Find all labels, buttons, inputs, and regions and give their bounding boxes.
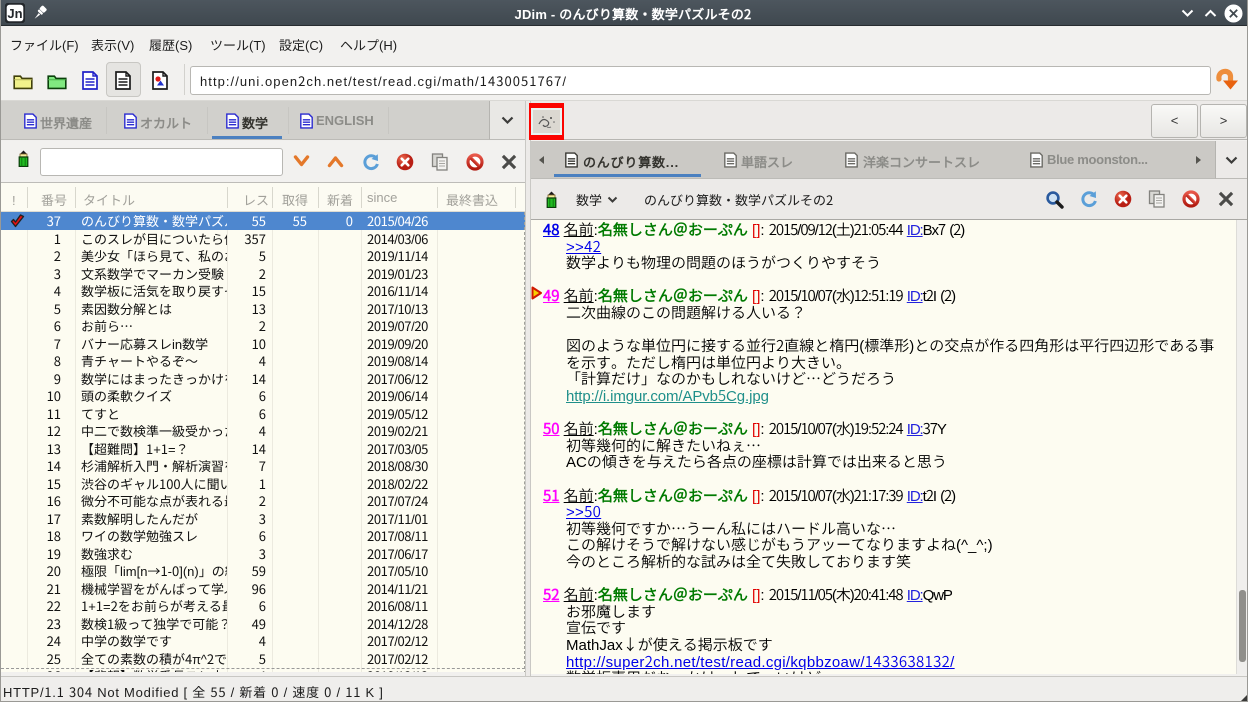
- svg-text:Jn: Jn: [7, 6, 22, 21]
